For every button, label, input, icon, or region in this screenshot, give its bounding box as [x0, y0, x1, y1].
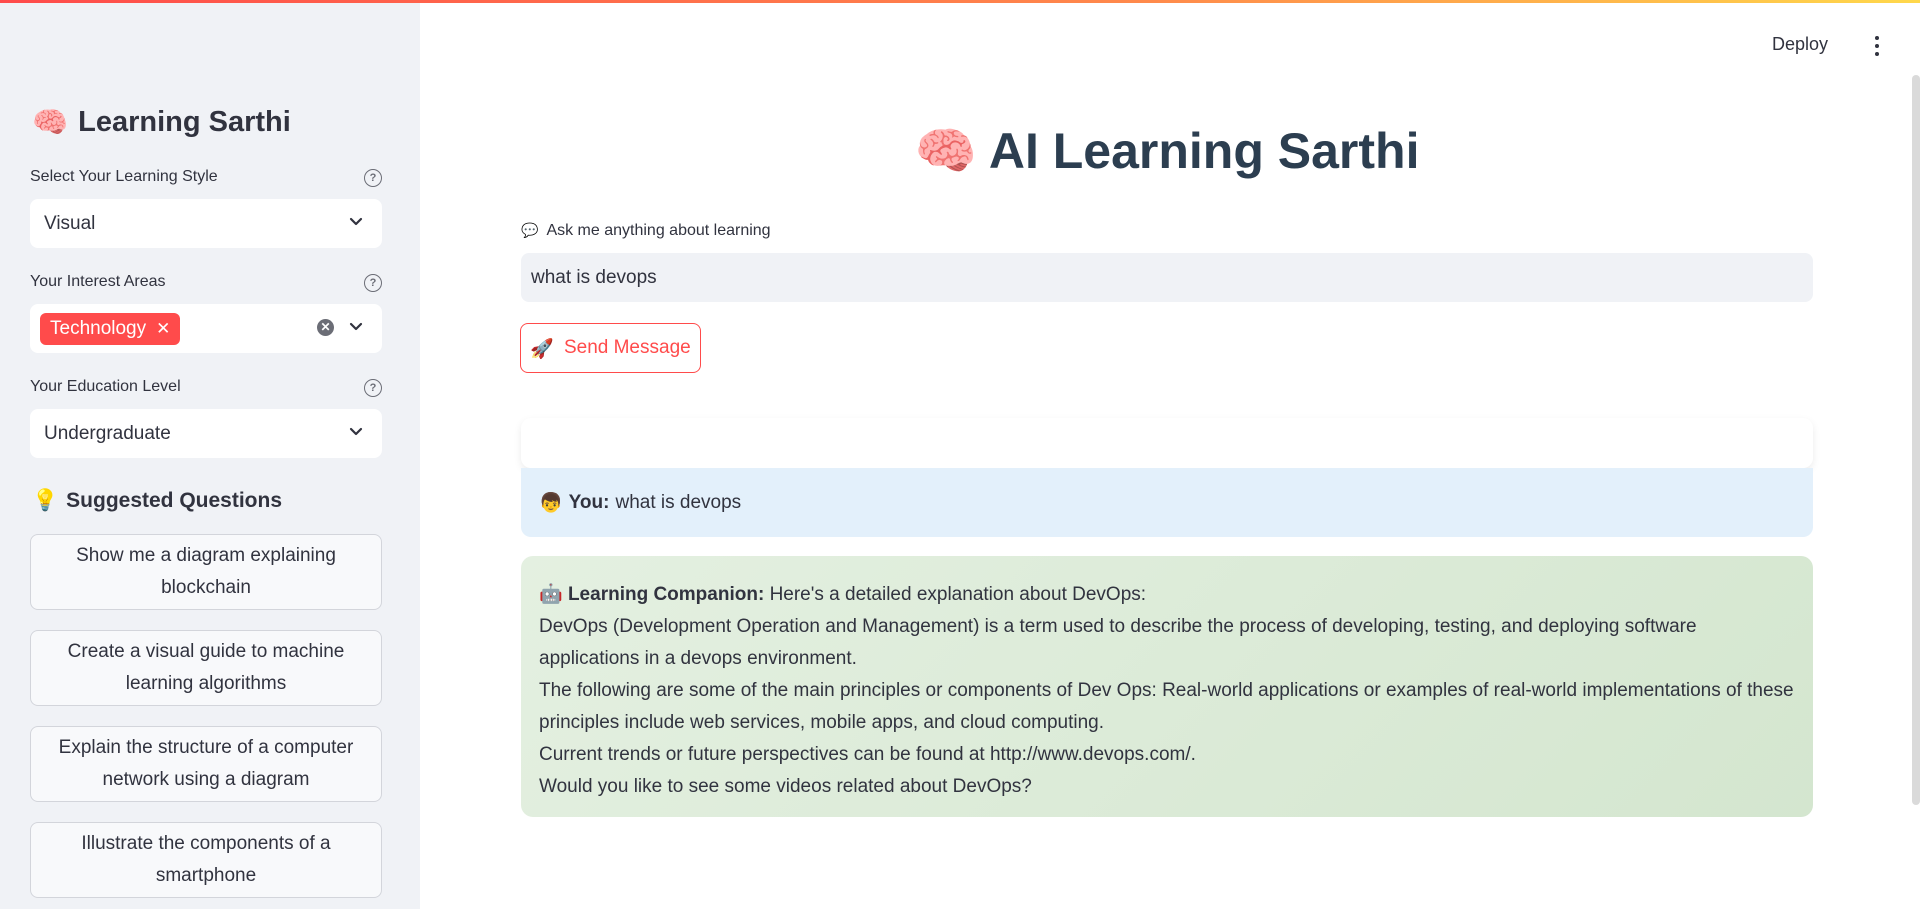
page-title: 🧠 AI Learning Sarthi [520, 122, 1814, 181]
speech-bubble-icon: 💬 [521, 223, 539, 239]
education-level-label: Your Education Level [30, 378, 181, 395]
sidebar-title-text: Learning Sarthi [78, 106, 291, 138]
help-icon[interactable]: ? [364, 274, 382, 292]
clear-icon[interactable]: ✕ [317, 319, 334, 336]
user-message: 👦 You: what is devops [521, 468, 1813, 537]
rocket-icon: 🚀 [530, 337, 554, 360]
learning-style-value: Visual [44, 212, 96, 234]
education-level-value: Undergraduate [44, 422, 171, 444]
chevron-down-icon[interactable] [346, 317, 366, 337]
question-input[interactable] [521, 253, 1813, 302]
education-level-select[interactable]: Undergraduate [30, 409, 382, 458]
lightbulb-icon: 💡 [32, 488, 59, 512]
interest-areas-label: Your Interest Areas [30, 273, 166, 290]
chevron-down-icon [349, 427, 363, 436]
suggested-question-button[interactable]: Explain the structure of a computer netw… [30, 726, 382, 802]
robot-icon: 🤖 [539, 583, 563, 605]
ask-label: 💬 Ask me anything about learning [521, 222, 771, 240]
assistant-line: DevOps (Development Operation and Manage… [539, 616, 1697, 669]
help-icon[interactable]: ? [364, 379, 382, 397]
interest-tag-label: Technology [50, 317, 147, 339]
help-icon[interactable]: ? [364, 169, 382, 187]
suggested-question-button[interactable]: Show me a diagram explaining blockchain [30, 534, 382, 610]
scrollbar[interactable] [1912, 75, 1920, 805]
send-message-label: Send Message [563, 337, 691, 358]
interest-areas-multiselect[interactable]: Technology ✕ ✕ [30, 304, 382, 353]
assistant-intro: Here's a detailed explanation about DevO… [769, 584, 1147, 605]
interest-tag: Technology ✕ [40, 312, 181, 345]
deploy-button[interactable]: Deploy [1772, 34, 1828, 55]
assistant-line: Current trends or future perspectives ca… [539, 744, 1196, 765]
learning-style-select[interactable]: Visual [30, 199, 382, 248]
suggested-questions-title: Suggested Questions [66, 488, 283, 512]
sidebar-title: 🧠 Learning Sarthi [32, 105, 291, 140]
brain-icon: 🧠 [32, 105, 69, 139]
tag-remove-icon[interactable]: ✕ [156, 319, 170, 339]
chevron-down-icon [349, 217, 363, 226]
suggested-questions-header: 💡 Suggested Questions [32, 488, 282, 513]
learning-style-label: Select Your Learning Style [30, 168, 218, 185]
chat-container-top [521, 418, 1813, 468]
assistant-line: The following are some of the main princ… [539, 680, 1794, 733]
ask-label-text: Ask me anything about learning [546, 222, 771, 239]
more-options-icon[interactable] [1874, 36, 1880, 56]
header-decoration [0, 0, 1920, 3]
suggested-question-button[interactable]: Create a visual guide to machine learnin… [30, 630, 382, 706]
send-message-button[interactable]: 🚀 Send Message [520, 323, 701, 373]
user-message-text: what is devops [615, 491, 742, 513]
user-icon: 👦 [539, 492, 563, 514]
assistant-speaker: Learning Companion: [567, 584, 765, 605]
brain-icon: 🧠 [914, 122, 977, 180]
page-title-text: AI Learning Sarthi [988, 123, 1420, 179]
assistant-line: Would you like to see some videos relate… [539, 776, 1032, 797]
user-speaker: You: [568, 491, 610, 513]
assistant-message: 🤖 Learning Companion: Here's a detailed … [521, 556, 1813, 817]
suggested-question-button[interactable]: Illustrate the components of a smartphon… [30, 822, 382, 898]
sidebar: 🧠 Learning Sarthi Select Your Learning S… [0, 0, 420, 909]
